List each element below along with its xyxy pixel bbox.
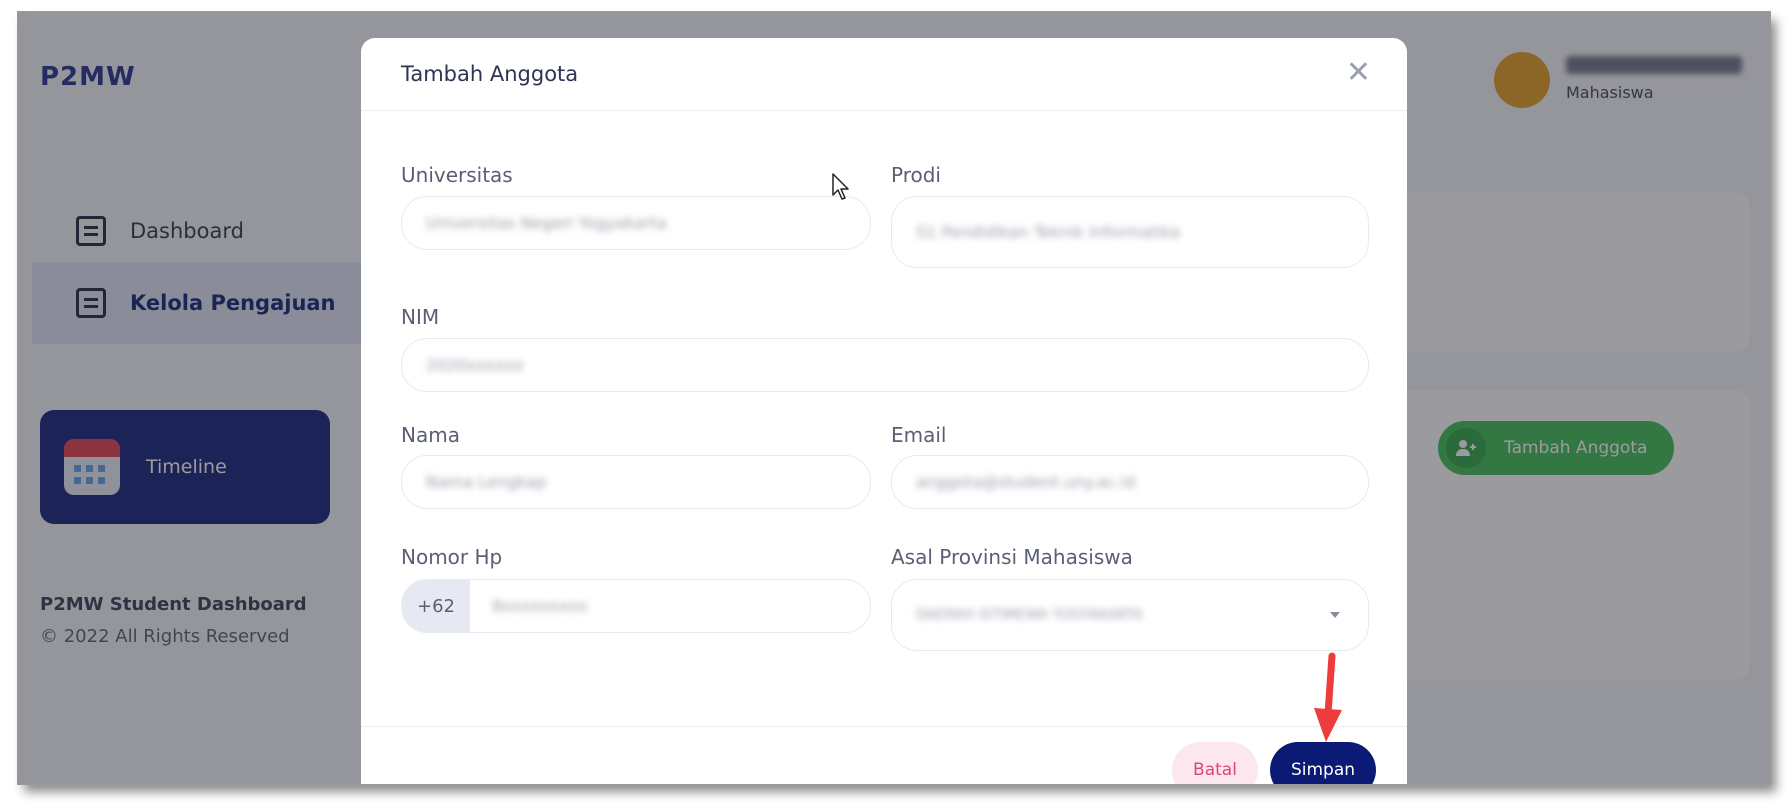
nim-field[interactable]: 2020xxxxxx <box>401 338 1369 392</box>
modal-title: Tambah Anggota <box>401 62 579 86</box>
phone-prefix: +62 <box>402 580 470 632</box>
nomor-hp-label: Nomor Hp <box>401 545 503 569</box>
provinsi-label: Asal Provinsi Mahasiswa <box>891 545 1133 569</box>
mouse-cursor-icon <box>832 173 849 200</box>
modal-header: Tambah Anggota ✕ <box>361 38 1407 111</box>
close-icon[interactable]: ✕ <box>1346 58 1371 88</box>
save-button[interactable]: Simpan <box>1270 742 1376 784</box>
prodi-field[interactable]: S1 Pendidikan Teknik Informatika <box>891 196 1369 268</box>
modal-footer-divider <box>361 726 1407 727</box>
cancel-button[interactable]: Batal <box>1172 742 1258 784</box>
universitas-label: Universitas <box>401 163 513 187</box>
nomor-hp-field[interactable]: +62 8xxxxxxxxx <box>401 579 871 633</box>
nim-label: NIM <box>401 305 440 329</box>
prodi-label: Prodi <box>891 163 941 187</box>
nama-field[interactable]: Nama Lengkap <box>401 455 871 509</box>
screenshot-frame: P2MW Dashboard Kelola Pengajuan Timeline… <box>18 12 1770 784</box>
nama-label: Nama <box>401 423 460 447</box>
provinsi-select[interactable]: DAERAH ISTIMEWA YOGYAKARTA <box>891 579 1369 651</box>
chevron-down-icon <box>1330 612 1340 618</box>
add-member-modal: Tambah Anggota ✕ Universitas Universitas… <box>361 38 1407 784</box>
email-field[interactable]: anggota@student.uny.ac.id <box>891 455 1369 509</box>
email-label: Email <box>891 423 947 447</box>
universitas-field[interactable]: Universitas Negeri Yogyakarta <box>401 196 871 250</box>
annotation-arrow-icon <box>1314 652 1342 742</box>
